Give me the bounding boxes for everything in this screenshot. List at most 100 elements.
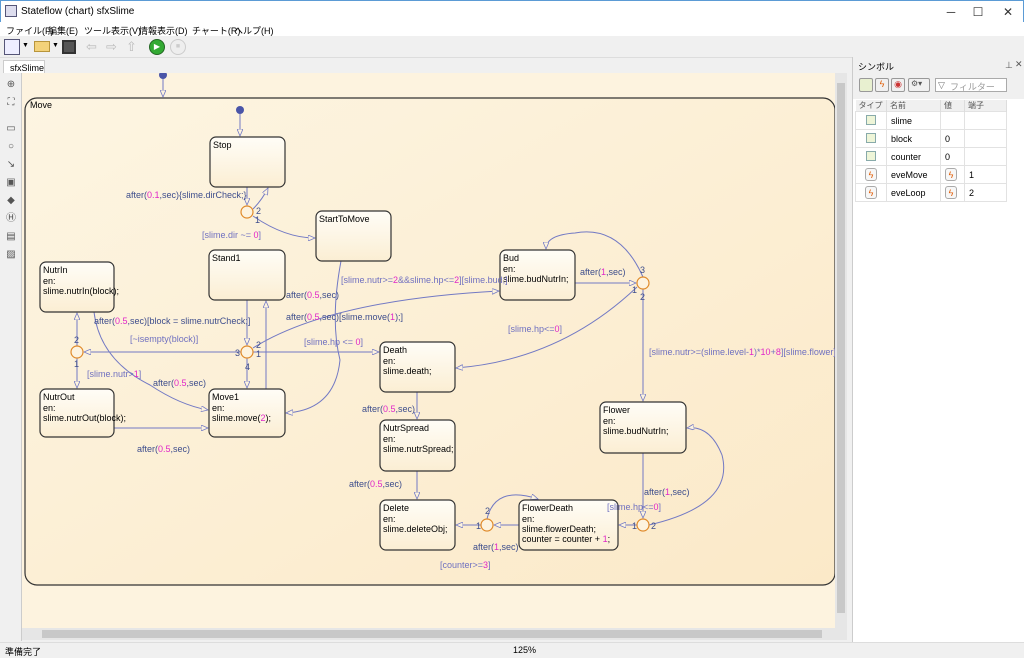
maximize-button[interactable]: ☐	[963, 3, 993, 21]
open-folder-icon[interactable]	[34, 41, 50, 52]
symbol-value[interactable]: 0	[945, 152, 950, 162]
vertical-scrollbar[interactable]	[835, 73, 847, 628]
symbol-value[interactable]: 0	[945, 134, 950, 144]
zoom-icon[interactable]: ⊕	[5, 79, 17, 91]
transition-label[interactable]: [slime.nutr>=(slime.level-1)*10+8][slime…	[649, 347, 835, 357]
close-panel-icon[interactable]: ✕	[1015, 59, 1023, 70]
chevron-down-icon[interactable]: ▼	[22, 42, 30, 58]
event-trigger-icon[interactable]: ϟ	[945, 186, 957, 199]
junction[interactable]	[480, 518, 494, 532]
state-name: Move1	[212, 392, 239, 402]
transition-label[interactable]: after(1,sec)	[644, 487, 690, 497]
forward-icon[interactable]: ⇨	[106, 39, 122, 55]
symbol-port[interactable]: 1	[969, 170, 974, 180]
pin-icon[interactable]: ⊥	[1005, 60, 1013, 71]
tab-sfxslime[interactable]: sfxSlime	[3, 60, 45, 74]
event-trigger-icon[interactable]: ϟ	[945, 168, 957, 181]
symbol-name[interactable]: eveMove	[891, 170, 928, 180]
symbol-port[interactable]: 2	[969, 188, 974, 198]
transition-label[interactable]: [slime.hp <= 0]	[304, 337, 363, 347]
stop-icon[interactable]: ■	[170, 39, 186, 55]
save-icon[interactable]	[62, 40, 76, 54]
symbol-name[interactable]: eveLoop	[891, 188, 926, 198]
junction-port-label: 3	[640, 265, 645, 275]
col-value[interactable]: 値	[940, 100, 965, 112]
transition-label[interactable]: after(1,sec)	[473, 542, 519, 552]
transition-label[interactable]: after(1,sec)	[580, 267, 626, 277]
transition-label[interactable]: after(0.5,sec)	[286, 290, 339, 300]
horizontal-scrollbar[interactable]	[22, 628, 847, 640]
col-type[interactable]: タイプ	[855, 100, 887, 112]
minimize-button[interactable]: ─	[936, 3, 966, 21]
transition-label[interactable]: after(0.5,sec)[slime.move(1);]	[286, 312, 403, 322]
junction-port-label: 2	[651, 521, 656, 531]
state-stand1[interactable]: Stand1	[208, 249, 286, 301]
symbol-name[interactable]: block	[891, 134, 912, 144]
resolve-icon[interactable]: ◉	[891, 78, 905, 92]
junction-port-label: 1	[74, 359, 79, 369]
transition-label[interactable]: [~isempty(block)]	[130, 334, 198, 344]
transition-label[interactable]: [slime.hp<=0]	[607, 502, 661, 512]
run-icon[interactable]: ▶	[149, 39, 165, 55]
transition-label[interactable]: after(0.5,sec)	[153, 378, 206, 388]
state-starttomove[interactable]: StartToMove	[315, 210, 392, 262]
state-nutrspread[interactable]: NutrSpreaden:slime.nutrSpread;	[379, 419, 456, 472]
default-transition-icon[interactable]: ↘	[5, 159, 17, 171]
transition-label[interactable]: after(0.5,sec)	[362, 404, 415, 414]
close-button[interactable]: ✕	[993, 3, 1023, 21]
transition-label[interactable]: after(0.1,sec){slime.dirCheck;}	[126, 190, 247, 200]
junction[interactable]	[240, 205, 254, 219]
state-nutrout[interactable]: NutrOuten:slime.nutrOut(block);	[39, 388, 126, 438]
back-icon[interactable]: ⇦	[86, 39, 102, 55]
new-chart-icon[interactable]	[4, 39, 20, 55]
symbol-row[interactable]: block 0	[855, 129, 1007, 148]
symbol-name[interactable]: counter	[891, 152, 921, 162]
transition-label[interactable]: after(0.5,sec)	[137, 444, 190, 454]
add-event-icon[interactable]: ϟ	[875, 78, 889, 92]
state-name: Flower	[603, 405, 630, 415]
symbol-row[interactable]: counter 0	[855, 147, 1007, 166]
symbol-name[interactable]: slime	[891, 116, 912, 126]
image-icon[interactable]: ▨	[5, 249, 17, 261]
col-name[interactable]: 名前	[886, 100, 941, 112]
box-tool-icon[interactable]: ◆	[5, 195, 17, 207]
transition-label[interactable]: [slime.hp<=0]	[508, 324, 562, 334]
state-nutrin[interactable]: NutrInen:slime.nutrIn(block);	[39, 261, 119, 313]
state-tool-icon[interactable]: ▭	[5, 123, 17, 135]
state-move1[interactable]: Move1en:slime.move(2);	[208, 388, 286, 438]
add-data-icon[interactable]	[859, 78, 873, 92]
transition-label[interactable]: after(0.5,sec)[block = slime.nutrCheck;]	[94, 316, 250, 326]
annotation-icon[interactable]: ▤	[5, 231, 17, 243]
state-stop[interactable]: Stop	[209, 136, 286, 188]
symbol-row[interactable]: ϟ eveMove ϟ 1	[855, 165, 1007, 184]
state-action: slime.budNutrIn;	[603, 426, 669, 436]
junction[interactable]	[240, 345, 254, 359]
filter-input[interactable]: ▽ フィルター	[935, 78, 1007, 92]
junction[interactable]	[636, 276, 650, 290]
history-junction-icon[interactable]: Ⓗ	[5, 213, 17, 225]
settings-dropdown-icon[interactable]: ⚙▾	[908, 78, 930, 92]
junction[interactable]	[636, 518, 650, 532]
up-icon[interactable]: ⇧	[126, 39, 142, 55]
fit-view-icon[interactable]: ⛶	[5, 97, 17, 109]
state-bud[interactable]: Buden:slime.budNutrIn;	[499, 249, 576, 301]
transition-label[interactable]: [slime.dir ~= 0]	[202, 230, 261, 240]
event-icon: ϟ	[865, 186, 877, 199]
state-flowerdeath[interactable]: FlowerDeathen:slime.flowerDeath;counter …	[518, 499, 619, 551]
col-port[interactable]: 端子	[964, 100, 1007, 112]
symbol-row[interactable]: slime	[855, 111, 1007, 130]
state-delete[interactable]: Deleteen:slime.deleteObj;	[379, 499, 456, 551]
state-death[interactable]: Deathen:slime.death;	[379, 341, 456, 393]
transition-label[interactable]: [counter>=3]	[440, 560, 491, 570]
transition-label[interactable]: [slime.nutr>=2&&slime.hp<=2][slime.bud;]	[341, 275, 508, 285]
junction[interactable]	[70, 345, 84, 359]
transition-label[interactable]: after(0.5,sec)	[349, 479, 402, 489]
state-flower[interactable]: Floweren:slime.budNutrIn;	[599, 401, 687, 454]
chart-canvas[interactable]: Move Stop StartToMove Stand1 NutrIn en: slime…	[22, 73, 835, 628]
chevron-down-icon[interactable]: ▼	[52, 42, 60, 58]
truth-table-icon[interactable]: ▣	[5, 177, 17, 189]
transition-label[interactable]: [slime.nutr>1]	[87, 369, 141, 379]
junction-tool-icon[interactable]: ○	[5, 141, 17, 153]
junction-port-label: 1	[255, 215, 260, 225]
symbol-row[interactable]: ϟ eveLoop ϟ 2	[855, 183, 1007, 202]
